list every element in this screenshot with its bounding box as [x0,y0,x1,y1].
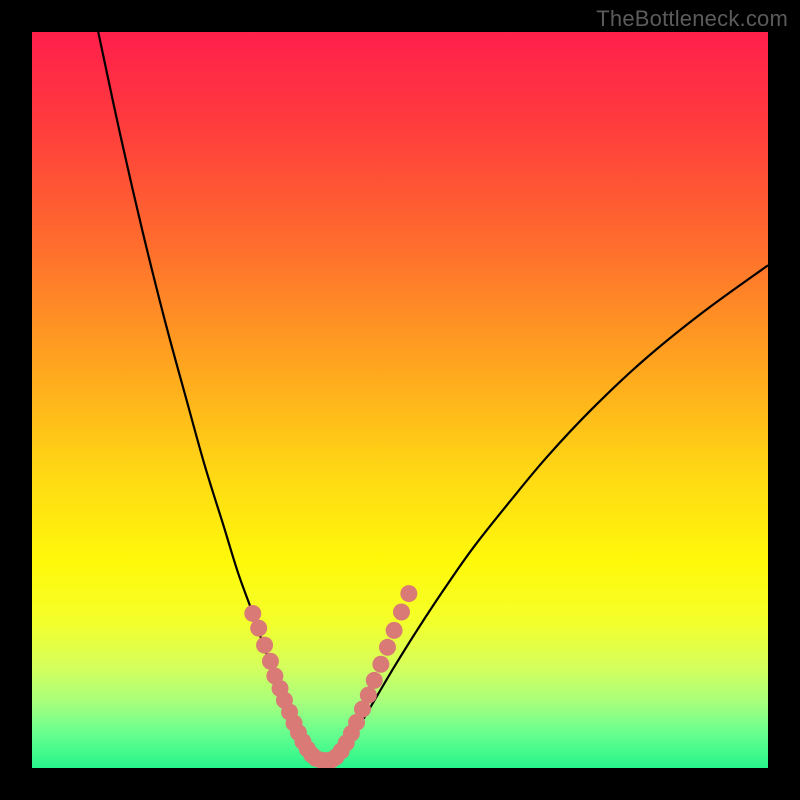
right-curve [334,265,768,759]
data-marker [372,656,389,673]
data-marker [244,605,261,622]
left-curve [98,32,314,759]
data-marker [366,672,383,689]
data-marker [379,639,396,656]
data-marker [262,653,279,670]
data-marker [393,603,410,620]
watermark-text: TheBottleneck.com [596,6,788,32]
marker-cluster-left [244,605,340,768]
data-marker [250,620,267,637]
plot-area [32,32,768,768]
data-marker [360,687,377,704]
data-marker [400,585,417,602]
marker-cluster-right [327,585,417,765]
data-marker [386,622,403,639]
data-marker [256,637,273,654]
chart-frame: TheBottleneck.com [0,0,800,800]
curves-layer [32,32,768,768]
